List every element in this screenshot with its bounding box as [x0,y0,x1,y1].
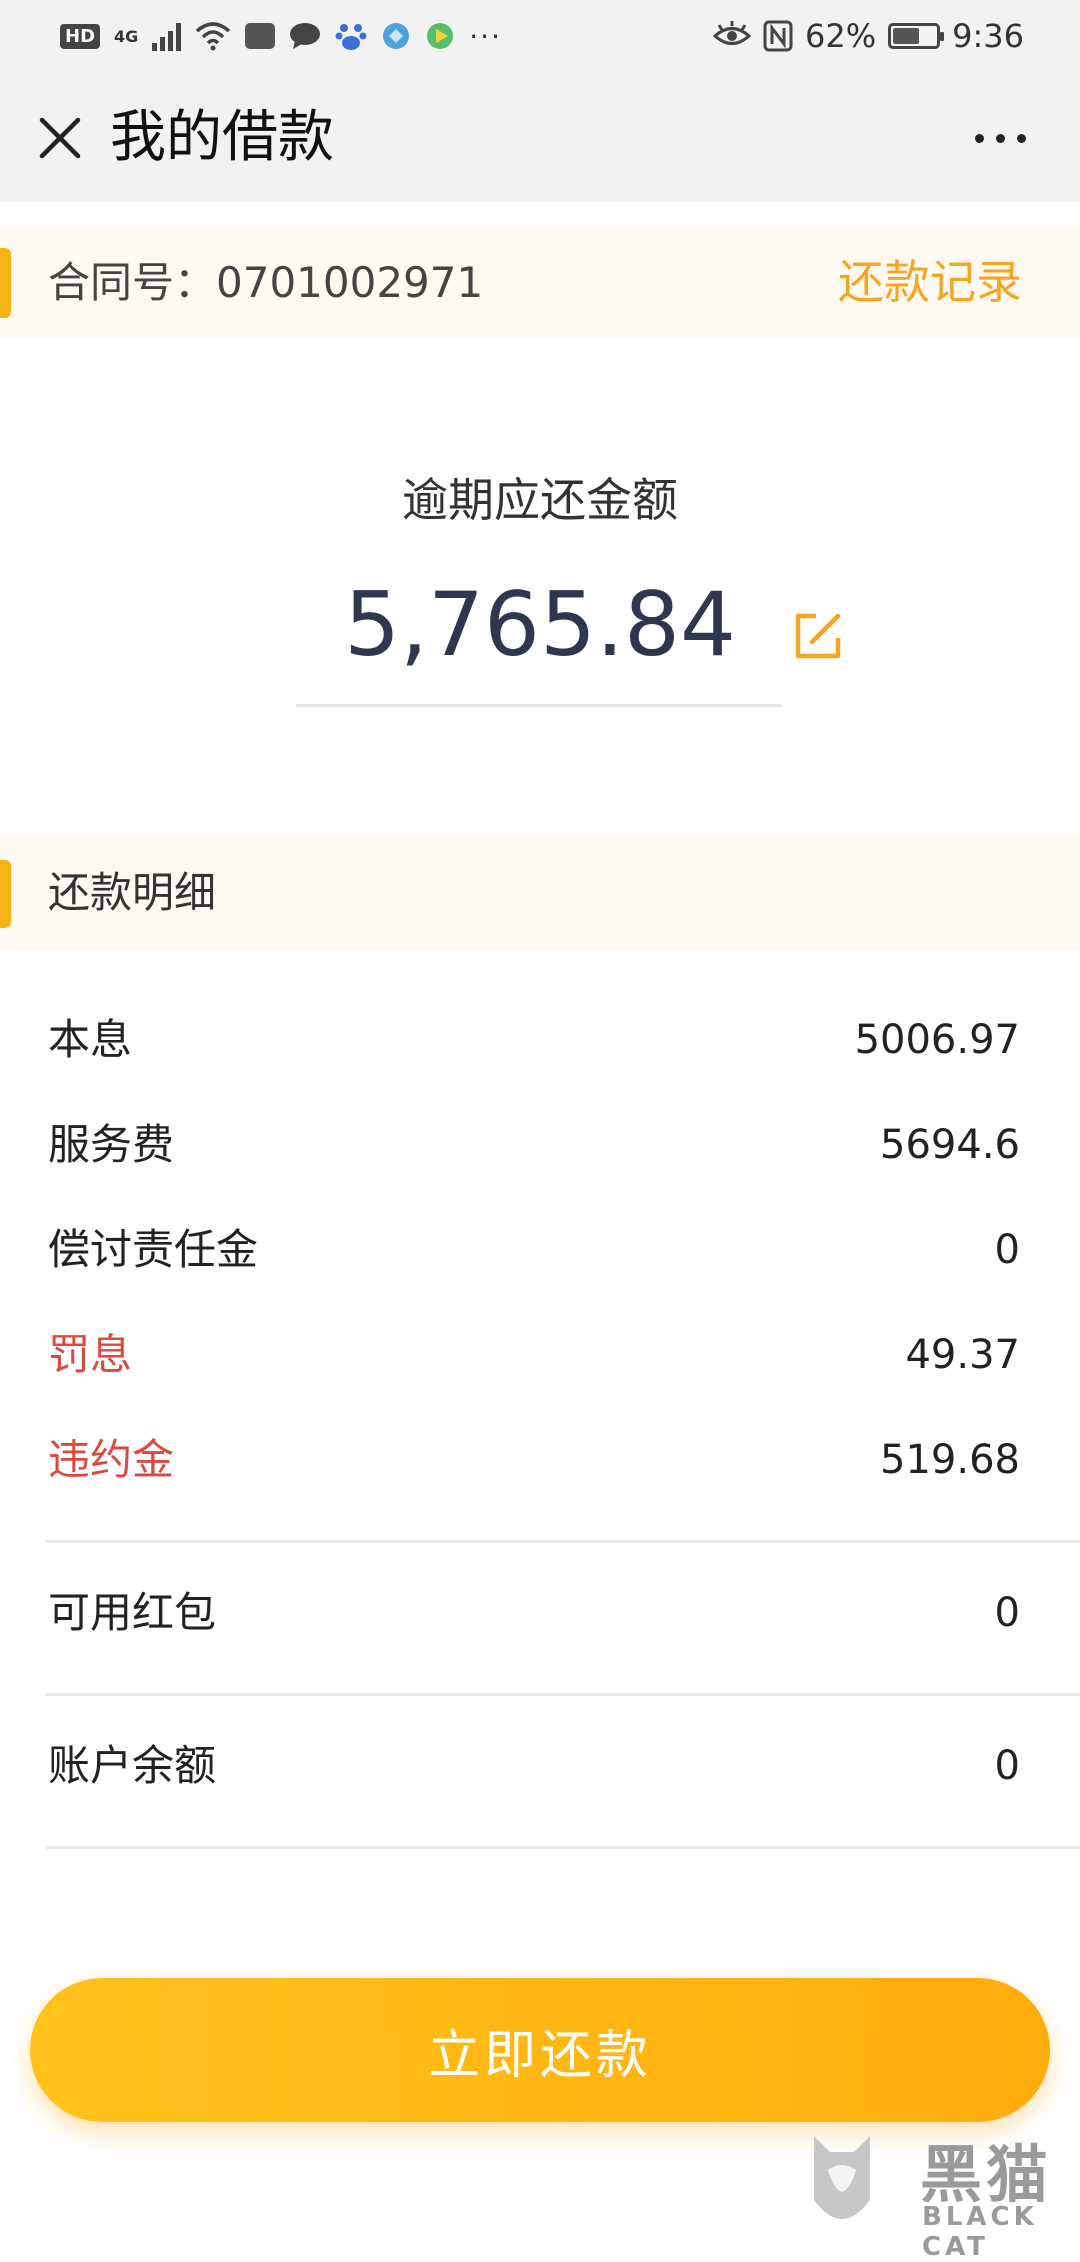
amount-underline [296,704,782,707]
divider [46,1540,1080,1543]
battery-fill [893,28,920,44]
details-accent-bar [0,860,11,928]
status-bar-right: 62% 9:36 [713,14,1024,58]
more-dot-icon [974,133,984,143]
row-label: 可用红包 [48,1588,217,1637]
detail-row-service-fee: 服务费 5694.6 [48,1105,1020,1185]
row-label: 罚息 [48,1330,133,1379]
row-value: 0 [994,1227,1020,1273]
nfc-icon [763,20,793,52]
camera-app-icon [245,23,276,49]
divider [46,1693,1080,1696]
detail-row-account-balance: 账户余额 0 [48,1726,1020,1806]
row-label: 违约金 [48,1435,175,1484]
baidu-paw-icon [335,24,367,50]
detail-row-penalty-interest: 罚息 49.37 [48,1315,1020,1395]
close-icon [39,117,81,159]
nav-bar: 我的借款 [0,72,1080,202]
detail-row-red-packet[interactable]: 可用红包 0 [48,1573,1020,1653]
watermark-name: 黑猫 [920,2138,1053,2211]
edit-icon [795,613,841,659]
contract-bar: 合同号：0701002971 还款记录 [0,228,1080,338]
row-value: 0 [994,1743,1020,1789]
repayment-details-title: 还款明细 [48,868,217,917]
row-value: 519.68 [880,1437,1020,1483]
repay-now-button[interactable]: 立即还款 [30,1978,1050,2122]
repayment-records-link[interactable]: 还款记录 [838,252,1022,312]
browser-app-icon [383,23,410,49]
network-type-label: 4G [114,26,139,46]
more-notifications-icon: ··· [469,19,502,53]
status-bar: HD 4G ··· 62% 9:36 [0,0,1080,72]
divider [46,1846,1080,1849]
detail-row-liability: 偿讨责任金 0 [48,1210,1020,1290]
repay-now-label: 立即还款 [427,2025,652,2086]
overdue-amount-value: 5,765.84 [344,573,736,676]
more-options-button[interactable] [960,108,1040,168]
video-play-icon [427,23,454,49]
status-time: 9:36 [952,17,1024,55]
hd-icon: HD [60,23,101,49]
battery-icon [888,23,945,49]
row-label: 偿讨责任金 [48,1225,259,1274]
watermark-subtitle: BLACK CAT [922,2202,1038,2262]
row-label: 服务费 [48,1120,175,1169]
row-value: 5694.6 [880,1122,1020,1168]
edit-amount-button[interactable] [790,608,846,664]
contract-number: 合同号：0701002971 [48,258,484,307]
page-title: 我的借款 [110,105,334,170]
status-bar-left: HD 4G ··· [60,14,502,58]
close-button[interactable] [28,106,92,170]
row-value: 49.37 [905,1332,1020,1378]
wifi-icon [196,22,231,51]
row-value: 0 [994,1590,1020,1636]
message-icon [290,23,321,49]
more-dot-icon [995,133,1005,143]
row-value: 5006.97 [854,1017,1020,1063]
row-label: 本息 [48,1015,133,1064]
eye-comfort-icon [713,21,752,45]
contract-accent-bar [0,248,11,318]
cell-signal-icon [152,21,182,51]
detail-row-principal-interest: 本息 5006.97 [48,1000,1020,1080]
more-dot-icon [1016,133,1026,143]
detail-row-liquidated-damages: 违约金 519.68 [48,1420,1020,1500]
repayment-details-header: 还款明细 [0,836,1080,950]
row-label: 账户余额 [48,1741,217,1790]
battery-percent: 62% [805,17,877,55]
overdue-amount-label: 逾期应还金额 [402,473,678,527]
